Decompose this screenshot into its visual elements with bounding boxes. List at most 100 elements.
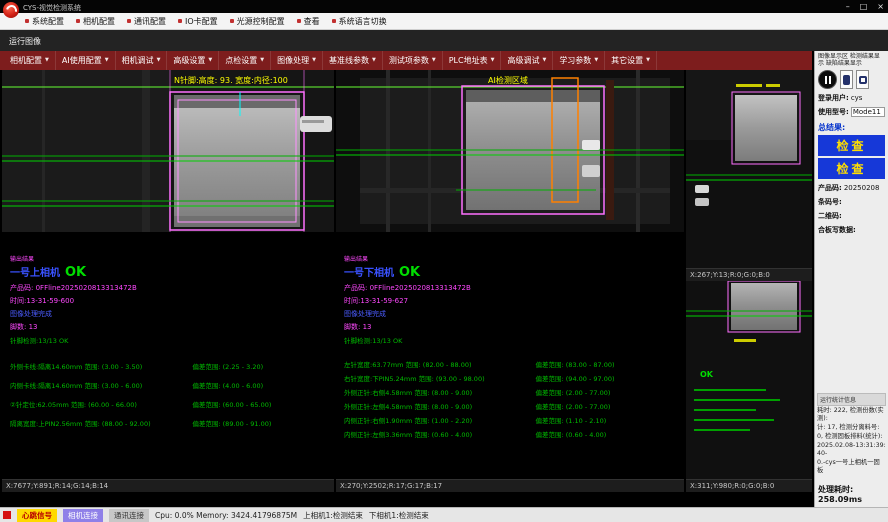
- display-options[interactable]: 图像显示区 检测结果显示 缺陷结果显示: [818, 53, 885, 67]
- measurement-row: 外侧正针:左侧4.58mm 范围: (8.00 - 9.00)偏差范围: (2.…: [344, 401, 680, 411]
- pin-count-line: 脚数: 13: [10, 322, 330, 332]
- chevron-down-icon: ▼: [491, 51, 495, 70]
- pause-button[interactable]: [818, 70, 837, 89]
- chevron-down-icon: ▼: [312, 51, 316, 70]
- toolbar-item-label: 测试项参数: [389, 51, 429, 70]
- chevron-down-icon: ▼: [594, 51, 598, 70]
- upper-camera-image[interactable]: N针脚:高度: 93. 宽度:内径:100: [2, 70, 334, 232]
- menu-item-label: 查看: [304, 16, 320, 27]
- close-button[interactable]: ×: [877, 2, 884, 11]
- measurement-value: 隔离宽度:上PIN2.56mm 范围: (88.00 - 92.00): [10, 418, 192, 428]
- deviation-range: 偏差范围: (4.00 - 6.00): [192, 380, 330, 390]
- status-bar: 心跳信号 相机连接 通讯连接 Cpu: 0.0% Memory: 3424.41…: [0, 507, 888, 522]
- tab-bar: 运行图像: [0, 30, 888, 51]
- result-indicator-1: 检查: [818, 135, 885, 156]
- chevron-down-icon: ▼: [208, 51, 212, 70]
- toolbar-item-label: 相机配置: [10, 51, 42, 70]
- model-label: 使用型号:: [818, 107, 849, 117]
- deviation-range: 偏差范围: (94.00 - 97.00): [536, 373, 680, 383]
- maximize-button[interactable]: □: [860, 2, 868, 11]
- deviation-range: 偏差范围: (60.00 - 65.00): [192, 399, 330, 409]
- window-controls: – □ ×: [846, 0, 884, 13]
- lower-camera-image[interactable]: AI检测区域: [336, 70, 684, 232]
- menu-item-io-config[interactable]: IO卡配置: [178, 16, 218, 27]
- menu-item-label: 系统语言切换: [339, 16, 387, 27]
- statistics-line: 计: 17, 检测分离料号:: [817, 424, 886, 432]
- toolbar-item-image-process[interactable]: 图像处理▼: [271, 51, 323, 70]
- aux-view-top: X:267;Y:13;R:0;G:0;B:0: [686, 70, 812, 281]
- product-code-label: 产品码:: [818, 183, 842, 193]
- upper-camera-status: 上相机1:检测结束: [303, 510, 363, 521]
- menu-item-comm-config[interactable]: 通讯配置: [127, 16, 166, 27]
- measurement-list: 外侧卡线:隔离14.60mm 范围: (3.00 - 3.50)偏差范围: (2…: [10, 361, 330, 428]
- menu-item-camera-config[interactable]: 相机配置: [76, 16, 115, 27]
- product-code-line: 产品码: 0FFline2025020813313472B: [10, 283, 330, 293]
- toolbar-item-camera-debug[interactable]: 相机调试▼: [116, 51, 168, 70]
- login-user-value: cys: [851, 94, 863, 102]
- toolbar-item-learn-params[interactable]: 学习参数▼: [553, 51, 605, 70]
- menu-item-label: 光源控制配置: [237, 16, 285, 27]
- deviation-range: 偏差范围: (2.00 - 77.00): [536, 401, 680, 411]
- result-indicator-2: 检查: [818, 158, 885, 179]
- statistics-line: 0, 检测固板排料(统计):: [817, 433, 886, 441]
- time-line: 时间:13-31-59-627: [344, 296, 680, 306]
- chevron-down-icon: ▼: [105, 51, 109, 70]
- chevron-down-icon: ▼: [646, 51, 650, 70]
- aux-bottom-image[interactable]: OK: [686, 281, 812, 479]
- pixel-coordinate-readout: X:7677;Y:891;R:14;G:14;B:14: [2, 479, 334, 492]
- result-tag: 输出结果: [344, 254, 680, 263]
- chevron-down-icon: ▼: [157, 51, 161, 70]
- lower-result-text: 输出结果 一号下相机 OK 产品码: 0FFline20250208133134…: [336, 232, 684, 479]
- snapshot-button[interactable]: [840, 70, 853, 89]
- toolbar-item-ai-config[interactable]: AI使用配置▼: [56, 51, 116, 70]
- model-select[interactable]: Mode11: [851, 107, 885, 117]
- aux-top-image[interactable]: [686, 70, 812, 268]
- toolbar-item-label: 点检设置: [225, 51, 257, 70]
- chevron-down-icon: ▼: [372, 51, 376, 70]
- result-tag: 输出结果: [10, 254, 330, 263]
- toolbar-item-plc-table[interactable]: PLC地址表▼: [443, 51, 502, 70]
- menu-bullet-icon: [127, 19, 131, 23]
- pin-count-line: 脚数: 13: [344, 322, 680, 332]
- toolbar-item-label: 基准线参数: [329, 51, 369, 70]
- toolbar-item-advanced-debug[interactable]: 高级调试▼: [501, 51, 553, 70]
- toolbar-item-test-params[interactable]: 测试项参数▼: [383, 51, 443, 70]
- menu-item-system-config[interactable]: 系统配置: [25, 16, 64, 27]
- menu-item-language[interactable]: 系统语言切换: [332, 16, 387, 27]
- measurement-value: ②针定位:62.05mm 范围: (60.00 - 66.00): [10, 399, 192, 409]
- pixel-coordinate-readout: X:267;Y:13;R:0;G:0;B:0: [686, 268, 812, 281]
- measurement-value: 内侧正针:左侧3.36mm 范围: (0.60 - 4.00): [344, 429, 536, 439]
- comm-connection-badge: 通讯连接: [109, 509, 149, 522]
- qr-code-label: 二维码:: [818, 211, 842, 221]
- measurement-row: 内侧正针:右侧1.90mm 范围: (1.00 - 2.20)偏差范围: (1.…: [344, 415, 680, 425]
- pin-note-line: 针脚检测:13/13 OK: [10, 335, 330, 345]
- measurement-row: 隔离宽度:上PIN2.56mm 范围: (88.00 - 92.00)偏差范围:…: [10, 418, 330, 428]
- app-window: CYS-视觉检测系统 – □ × 系统配置 相机配置 通讯配置 IO卡配置 光源…: [0, 0, 888, 522]
- menu-item-light-config[interactable]: 光源控制配置: [230, 16, 285, 27]
- menu-item-view[interactable]: 查看: [297, 16, 320, 27]
- lock-button[interactable]: [856, 70, 869, 89]
- minimize-button[interactable]: –: [846, 2, 850, 11]
- toolbar-item-spot-check[interactable]: 点检设置▼: [219, 51, 271, 70]
- measurement-row: 外侧正针:右侧4.58mm 范围: (8.00 - 9.00)偏差范围: (2.…: [344, 387, 680, 397]
- menu-item-label: 相机配置: [83, 16, 115, 27]
- toolbar-item-label: 相机调试: [122, 51, 154, 70]
- toolbar-item-other-settings[interactable]: 其它设置▼: [605, 51, 657, 70]
- tab-run-image[interactable]: 运行图像: [5, 35, 45, 48]
- heartbeat-badge: 心跳信号: [17, 509, 57, 522]
- menu-bar: 系统配置 相机配置 通讯配置 IO卡配置 光源控制配置 查看 系统语言切换: [0, 13, 888, 30]
- toolbar-item-baseline-params[interactable]: 基准线参数▼: [323, 51, 383, 70]
- process-done-line: 图像处理完成: [344, 309, 680, 319]
- cpu-memory-status: Cpu: 0.0% Memory: 3424.41796875M: [155, 511, 297, 520]
- toolbar-item-camera-config[interactable]: 相机配置▼: [4, 51, 56, 70]
- product-code-value: 20250208: [844, 184, 880, 192]
- ok-status: OK: [65, 265, 86, 280]
- board-data-label: 合板写数据:: [818, 225, 856, 235]
- toolbar-item-advanced-settings[interactable]: 高级设置▼: [167, 51, 219, 70]
- upper-camera-panel: N针脚:高度: 93. 宽度:内径:100 输出结果 一号上相机 OK 产品码:…: [2, 70, 334, 492]
- deviation-range: 偏差范围: (83.00 - 87.00): [536, 359, 680, 369]
- pixel-coordinate-readout: X:270;Y:2502;R:17;G:17;B:17: [336, 479, 684, 492]
- deviation-range: 偏差范围: (89.00 - 91.00): [192, 418, 330, 428]
- toolbar-item-label: 高级设置: [173, 51, 205, 70]
- lock-icon: [859, 76, 867, 84]
